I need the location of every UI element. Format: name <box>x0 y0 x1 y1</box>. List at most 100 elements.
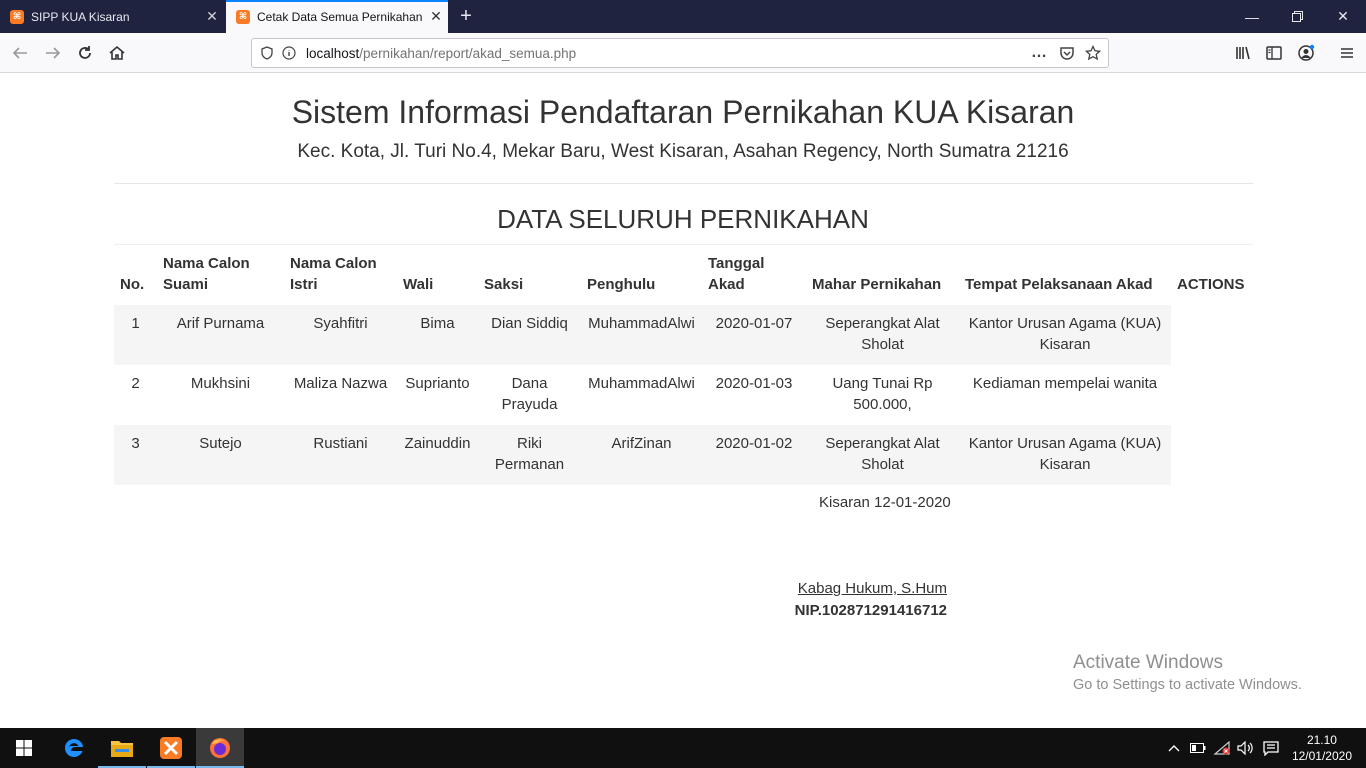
activate-windows-watermark: Activate Windows Go to Settings to activ… <box>1073 652 1302 693</box>
bookmark-star-icon[interactable] <box>1082 42 1104 64</box>
folder-icon <box>111 741 133 757</box>
chevron-up-icon <box>1168 745 1180 752</box>
table-header-row: No. Nama Calon Suami Nama Calon Istri Wali… <box>114 245 1253 305</box>
xampp-icon: ⌘ <box>236 9 250 24</box>
column-header: Nama Calon Istri <box>290 255 377 293</box>
xampp-icon: ⌘ <box>10 9 24 24</box>
cell-actions <box>1171 305 1253 365</box>
marriage-data-table: No. Nama Calon Suami Nama Calon Istri Wali… <box>114 245 1253 485</box>
cell-tanggal: 2020-01-07 <box>702 305 806 365</box>
shield-icon[interactable] <box>256 42 278 64</box>
browser-toolbar: localhost/pernikahan/report/akad_semua.p… <box>0 33 1366 73</box>
close-window-button[interactable]: ✕ <box>1320 0 1366 33</box>
reload-button[interactable] <box>70 38 100 68</box>
restore-button[interactable] <box>1274 0 1320 33</box>
pocket-icon[interactable] <box>1056 42 1078 64</box>
new-tab-button[interactable]: + <box>452 0 480 33</box>
table-row: 3 Sutejo Rustiani Zainuddin Riki Permana… <box>114 425 1253 485</box>
clock-date: 12/01/2020 <box>1291 749 1352 763</box>
tab-title: Cetak Data Semua Pernikahan <box>257 9 423 24</box>
column-header: Mahar Pernikahan <box>812 276 942 293</box>
notification-icon <box>1263 741 1279 756</box>
table-row: 2 Mukhsini Maliza Nazwa Suprianto Dana P… <box>114 365 1253 425</box>
column-header: Nama Calon Suami <box>163 255 250 293</box>
start-button[interactable] <box>0 728 48 768</box>
url-text: localhost/pernikahan/report/akad_semua.p… <box>306 46 576 61</box>
cell-wali: Bima <box>397 305 478 365</box>
cell-penghulu: MuhammadAlwi <box>588 375 695 392</box>
speaker-icon <box>1237 741 1253 755</box>
cell-actions <box>1171 425 1253 485</box>
cell-istri: Syahfitri <box>284 305 397 365</box>
tab-sipp-kua[interactable]: ⌘ SIPP KUA Kisaran ✕ <box>0 0 224 33</box>
column-header: Tempat Pelaksanaan Akad <box>965 276 1153 293</box>
column-header: No. <box>120 276 145 293</box>
close-icon[interactable]: ✕ <box>200 8 224 25</box>
cell-tanggal: 2020-01-02 <box>702 425 806 485</box>
taskbar-xampp[interactable] <box>147 728 195 768</box>
minimize-button[interactable]: — <box>1229 0 1275 33</box>
firefox-icon <box>210 738 230 758</box>
network-button[interactable] <box>1210 728 1234 768</box>
sidebar-icon <box>1266 46 1282 60</box>
account-button[interactable] <box>1291 38 1321 68</box>
close-icon[interactable]: ✕ <box>424 8 448 25</box>
cell-mahar: Seperangkat Alat Sholat <box>806 425 959 485</box>
cell-saksi: Dana Prayuda <box>501 375 558 413</box>
volume-button[interactable] <box>1235 728 1257 768</box>
cell-wali: Suprianto <box>405 375 470 392</box>
site-title: Sistem Informasi Pendaftaran Pernikahan … <box>291 94 1075 130</box>
tray-expand-button[interactable] <box>1163 728 1185 768</box>
watermark-subtitle: Go to Settings to activate Windows. <box>1073 677 1302 693</box>
table-row: 1 Arif Purnama Syahfitri Bima Dian Siddi… <box>114 305 1253 365</box>
tab-cetak-data[interactable]: ⌘ Cetak Data Semua Pernikahan ✕ <box>226 0 448 33</box>
cell-penghulu: ArifZinan <box>581 425 702 485</box>
cell-istri: Maliza Nazwa <box>293 375 388 392</box>
url-host: localhost <box>306 45 360 61</box>
battery-button[interactable] <box>1187 728 1209 768</box>
cell-suami: Mukhsini <box>190 375 251 392</box>
cell-actions <box>1171 365 1253 425</box>
windows-logo-icon <box>16 740 32 756</box>
cell-suami: Arif Purnama <box>157 305 284 365</box>
url-bar[interactable]: localhost/pernikahan/report/akad_semua.p… <box>251 38 1109 68</box>
clock-time: 21.10 <box>1306 733 1337 747</box>
reload-icon <box>79 46 91 59</box>
info-icon[interactable] <box>278 42 300 64</box>
tab-title: SIPP KUA Kisaran <box>31 9 130 24</box>
column-header: Penghulu <box>587 276 656 293</box>
cell-suami: Sutejo <box>157 425 284 485</box>
hamburger-menu-icon <box>1341 48 1353 58</box>
cell-tempat: Kantor Urusan Agama (KUA) Kisaran <box>959 425 1171 485</box>
cell-no: 3 <box>114 425 157 485</box>
signature-nip: NIP.102871291416712 <box>794 602 947 619</box>
site-address: Kec. Kota, Jl. Turi No.4, Mekar Baru, We… <box>297 141 1069 162</box>
cell-saksi: Dian Siddiq <box>478 305 581 365</box>
home-button[interactable] <box>102 38 132 68</box>
action-center-button[interactable] <box>1259 728 1283 768</box>
cell-mahar: Uang Tunai Rp 500.000, <box>832 375 933 413</box>
library-icon <box>1236 46 1250 60</box>
divider <box>114 183 1253 184</box>
menu-button[interactable] <box>1332 38 1362 68</box>
taskbar-edge[interactable] <box>50 728 98 768</box>
back-button[interactable] <box>5 38 35 68</box>
library-button[interactable] <box>1228 38 1258 68</box>
xampp-icon <box>160 737 182 759</box>
sidebar-button[interactable] <box>1259 38 1289 68</box>
url-path: /pernikahan/report/akad_semua.php <box>359 45 577 61</box>
windows-taskbar: 21.10 12/01/2020 <box>0 728 1366 768</box>
column-header: Saksi <box>484 276 524 293</box>
back-arrow-icon <box>12 47 27 59</box>
page-content: Sistem Informasi Pendaftaran Pernikahan … <box>0 74 1366 728</box>
signature-name: Kabag Hukum, S.Hum <box>797 580 947 597</box>
account-icon <box>1298 44 1315 61</box>
taskbar-file-explorer[interactable] <box>98 728 146 768</box>
taskbar-clock[interactable]: 21.10 12/01/2020 <box>1292 732 1352 764</box>
page-actions-icon[interactable]: … <box>1028 42 1050 64</box>
forward-button[interactable] <box>38 38 68 68</box>
forward-arrow-icon <box>46 47 61 59</box>
cell-tempat: Kantor Urusan Agama (KUA) Kisaran <box>959 305 1171 365</box>
taskbar-firefox[interactable] <box>196 728 244 768</box>
cell-no: 1 <box>114 305 157 365</box>
